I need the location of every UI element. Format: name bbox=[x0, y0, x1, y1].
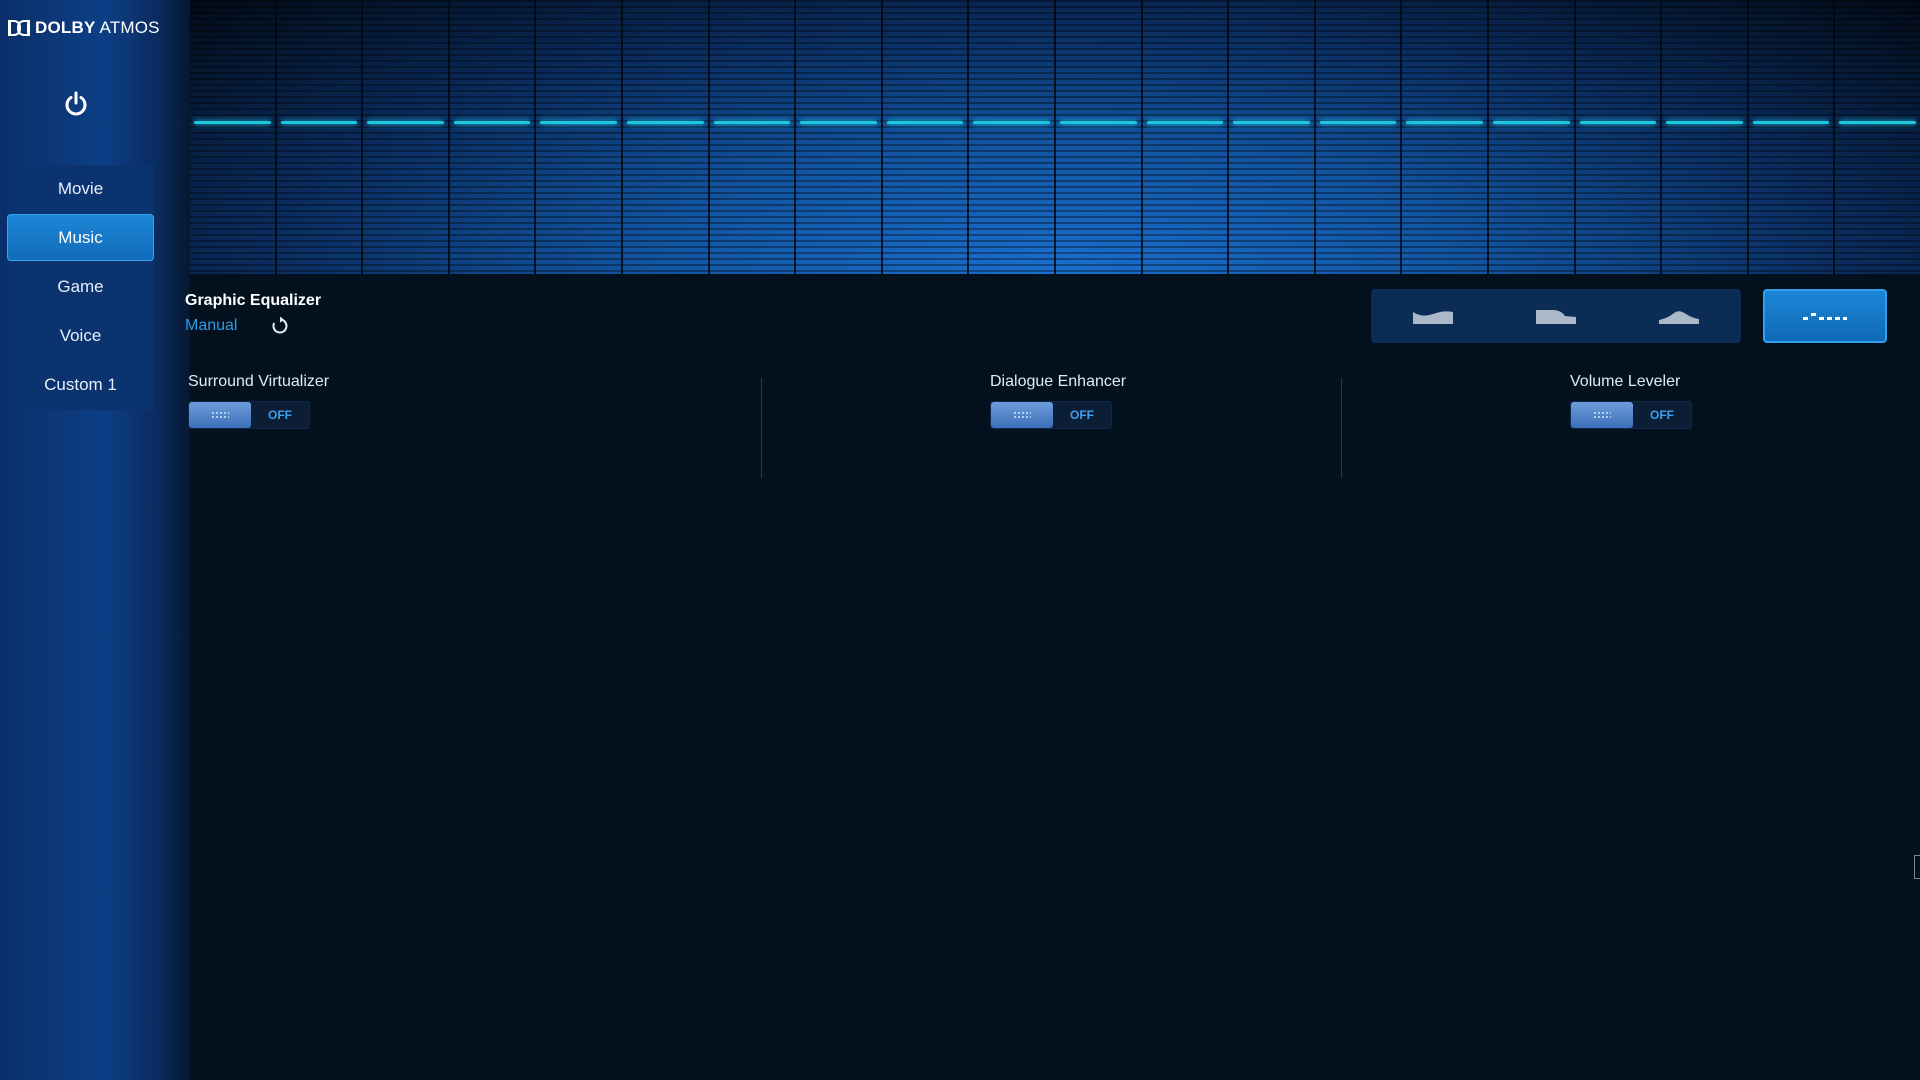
eq-band-level[interactable] bbox=[280, 120, 358, 124]
eq-band-level[interactable] bbox=[1839, 120, 1916, 124]
eq-preset-group bbox=[1371, 289, 1741, 343]
power-icon bbox=[65, 91, 87, 116]
dolby-atmos-logo: DOLBY ATMOS bbox=[8, 18, 160, 38]
eq-band-level[interactable] bbox=[1579, 120, 1657, 124]
focused-preset-icon bbox=[1659, 311, 1700, 324]
profile-game[interactable]: Game bbox=[7, 263, 154, 310]
open-preset-icon bbox=[1412, 311, 1453, 324]
dialogue-enhancer-toggle[interactable]: OFF bbox=[990, 401, 1112, 429]
eq-band-9[interactable] bbox=[883, 0, 970, 274]
dialogue-enhancer: Dialogue Enhancer OFF bbox=[990, 373, 1126, 429]
eq-band-level[interactable] bbox=[540, 120, 617, 124]
sidebar: DOLBY ATMOS Movie Music Game Voice Custo… bbox=[0, 0, 190, 1080]
brand-bold: DOLBY bbox=[35, 18, 96, 37]
toggle-state: OFF bbox=[1070, 408, 1094, 422]
grip-icon bbox=[1013, 411, 1031, 419]
profile-custom-1[interactable]: Custom 1 bbox=[7, 361, 154, 408]
eq-band-10[interactable] bbox=[969, 0, 1056, 274]
manual-preset-icon bbox=[1803, 313, 1847, 320]
eq-band-4[interactable] bbox=[450, 0, 537, 274]
eq-band-14[interactable] bbox=[1316, 0, 1403, 274]
eq-band-level[interactable] bbox=[367, 120, 444, 124]
eq-band-20[interactable] bbox=[1835, 0, 1920, 274]
eq-band-level[interactable] bbox=[1406, 120, 1483, 124]
profile-music[interactable]: Music bbox=[7, 214, 154, 261]
preset-focused-button[interactable] bbox=[1649, 301, 1709, 331]
eq-band-15[interactable] bbox=[1402, 0, 1489, 274]
eq-band-level[interactable] bbox=[713, 120, 791, 124]
divider bbox=[761, 378, 762, 478]
profile-movie[interactable]: Movie bbox=[7, 165, 154, 212]
eq-band-2[interactable] bbox=[277, 0, 364, 274]
eq-band-level[interactable] bbox=[626, 120, 704, 124]
reset-icon[interactable] bbox=[270, 316, 290, 336]
eq-band-level[interactable] bbox=[886, 120, 964, 124]
eq-band-8[interactable] bbox=[796, 0, 883, 274]
eq-band-level[interactable] bbox=[1492, 120, 1570, 124]
toggle-state: OFF bbox=[1650, 408, 1674, 422]
toggle-knob bbox=[189, 402, 251, 428]
preset-open-button[interactable] bbox=[1403, 301, 1463, 331]
eq-band-level[interactable] bbox=[1666, 120, 1743, 124]
dolby-logo-icon bbox=[8, 20, 30, 36]
eq-band-level[interactable] bbox=[1233, 120, 1310, 124]
eq-band-6[interactable] bbox=[623, 0, 710, 274]
grip-icon bbox=[211, 411, 229, 419]
volume-leveler: Volume Leveler OFF bbox=[1570, 373, 1692, 429]
toggle-state: OFF bbox=[268, 408, 292, 422]
toggle-knob bbox=[991, 402, 1053, 428]
brand-regular: ATMOS bbox=[95, 18, 160, 37]
eq-band-level[interactable] bbox=[800, 120, 877, 124]
rich-preset-icon bbox=[1535, 310, 1576, 324]
eq-band-3[interactable] bbox=[363, 0, 450, 274]
eq-band-level[interactable] bbox=[1146, 120, 1224, 124]
equalizer-title: Graphic Equalizer bbox=[185, 292, 322, 309]
window-edge-marker bbox=[1914, 855, 1920, 879]
power-button[interactable] bbox=[58, 86, 94, 122]
eq-band-16[interactable] bbox=[1489, 0, 1576, 274]
eq-band-11[interactable] bbox=[1056, 0, 1143, 274]
equalizer-bands bbox=[190, 0, 1920, 274]
dialogue-enhancer-label: Dialogue Enhancer bbox=[990, 373, 1127, 390]
eq-band-1[interactable] bbox=[190, 0, 277, 274]
eq-band-level[interactable] bbox=[973, 120, 1050, 124]
preset-manual-button[interactable] bbox=[1763, 289, 1887, 343]
grip-icon bbox=[1593, 411, 1611, 419]
eq-band-level[interactable] bbox=[1319, 120, 1397, 124]
surround-virtualizer-toggle[interactable]: OFF bbox=[188, 401, 310, 429]
eq-band-level[interactable] bbox=[1059, 120, 1137, 124]
volume-leveler-toggle[interactable]: OFF bbox=[1570, 401, 1692, 429]
volume-leveler-label: Volume Leveler bbox=[1570, 373, 1681, 390]
refresh-icon bbox=[272, 316, 288, 334]
eq-band-5[interactable] bbox=[536, 0, 623, 274]
surround-virtualizer: Surround Virtualizer OFF bbox=[188, 373, 329, 429]
eq-band-level[interactable] bbox=[453, 120, 531, 124]
profile-menu: Movie Music Game Voice Custom 1 bbox=[7, 165, 154, 410]
profile-voice[interactable]: Voice bbox=[7, 312, 154, 359]
eq-band-level[interactable] bbox=[1752, 120, 1830, 124]
eq-band-7[interactable] bbox=[710, 0, 797, 274]
divider bbox=[1341, 378, 1342, 478]
eq-band-13[interactable] bbox=[1229, 0, 1316, 274]
surround-virtualizer-label: Surround Virtualizer bbox=[188, 373, 330, 390]
equalizer-mode[interactable]: Manual bbox=[185, 317, 237, 335]
eq-band-18[interactable] bbox=[1662, 0, 1749, 274]
eq-band-12[interactable] bbox=[1143, 0, 1230, 274]
graphic-equalizer-display bbox=[190, 0, 1920, 274]
toggle-knob bbox=[1571, 402, 1633, 428]
eq-band-level[interactable] bbox=[194, 120, 271, 124]
eq-band-19[interactable] bbox=[1749, 0, 1836, 274]
eq-band-17[interactable] bbox=[1576, 0, 1663, 274]
preset-rich-button[interactable] bbox=[1526, 301, 1586, 331]
